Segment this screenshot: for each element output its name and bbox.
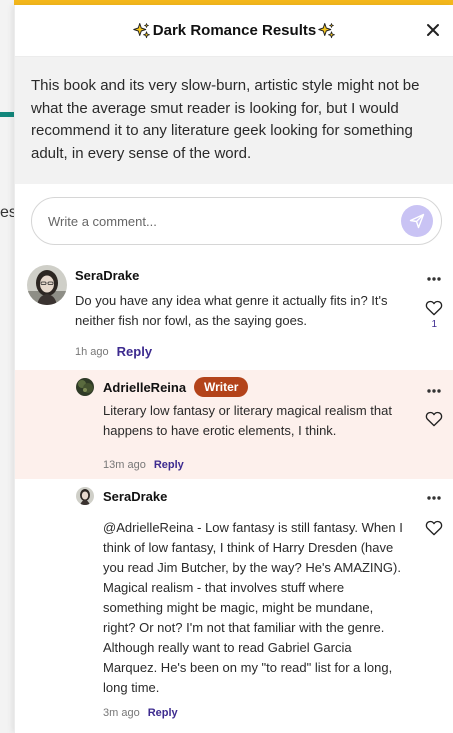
comment-meta: 3m ago Reply — [103, 707, 178, 719]
heart-icon[interactable] — [425, 519, 443, 536]
avatar[interactable] — [27, 265, 67, 305]
writer-badge: Writer — [194, 377, 249, 397]
more-options-icon[interactable] — [426, 388, 442, 394]
background-page: es — [0, 0, 17, 733]
avatar[interactable] — [76, 487, 94, 505]
comment-author[interactable]: SeraDrake — [75, 268, 139, 283]
comment-reply-item: SeraDrake @AdrielleReina - Low fantasy i… — [15, 479, 453, 733]
comment-item: SeraDrake Do you have any idea what genr… — [15, 261, 453, 369]
send-button[interactable] — [401, 205, 433, 237]
comment-author[interactable]: SeraDrake — [103, 489, 167, 504]
panel-header: Dark Romance Results — [15, 5, 453, 57]
sparkles-icon — [133, 22, 150, 38]
comment-timestamp: 3m ago — [103, 707, 140, 719]
reply-button[interactable]: Reply — [148, 707, 178, 719]
comment-reply-item: AdrielleReina Writer Literary low fantas… — [15, 370, 453, 479]
more-options-icon[interactable] — [426, 495, 442, 501]
comment-meta: 13m ago Reply — [103, 459, 184, 471]
like-count: 1 — [431, 319, 437, 330]
comments-panel: Dark Romance Results This book and its v… — [14, 5, 453, 733]
panel-title: Dark Romance Results — [133, 22, 336, 40]
comment-composer — [31, 197, 442, 245]
comment-author[interactable]: AdrielleReina — [103, 380, 186, 395]
comment-meta: 1h ago Reply — [75, 344, 152, 359]
reply-button[interactable]: Reply — [117, 344, 152, 359]
reply-button[interactable]: Reply — [154, 459, 184, 471]
heart-icon[interactable] — [425, 299, 443, 316]
comment-text: Do you have any idea what genre it actua… — [75, 293, 388, 328]
comment-input[interactable] — [48, 213, 401, 229]
background-accent-line — [0, 112, 14, 117]
more-options-icon[interactable] — [426, 276, 442, 282]
heart-icon[interactable] — [425, 410, 443, 427]
excerpt-text: This book and its very slow-burn, artist… — [31, 77, 420, 162]
sparkles-icon — [318, 22, 336, 38]
quoted-excerpt: This book and its very slow-burn, artist… — [15, 57, 453, 184]
comment-text: Literary low fantasy or literary magical… — [103, 403, 392, 438]
comment-text: @AdrielleReina - Low fantasy is still fa… — [103, 520, 403, 695]
comment-timestamp: 13m ago — [103, 459, 146, 471]
close-icon[interactable] — [424, 21, 442, 39]
send-icon — [409, 213, 425, 229]
panel-title-text: Dark Romance Results — [152, 22, 317, 39]
avatar[interactable] — [76, 378, 94, 396]
comment-timestamp: 1h ago — [75, 345, 109, 358]
